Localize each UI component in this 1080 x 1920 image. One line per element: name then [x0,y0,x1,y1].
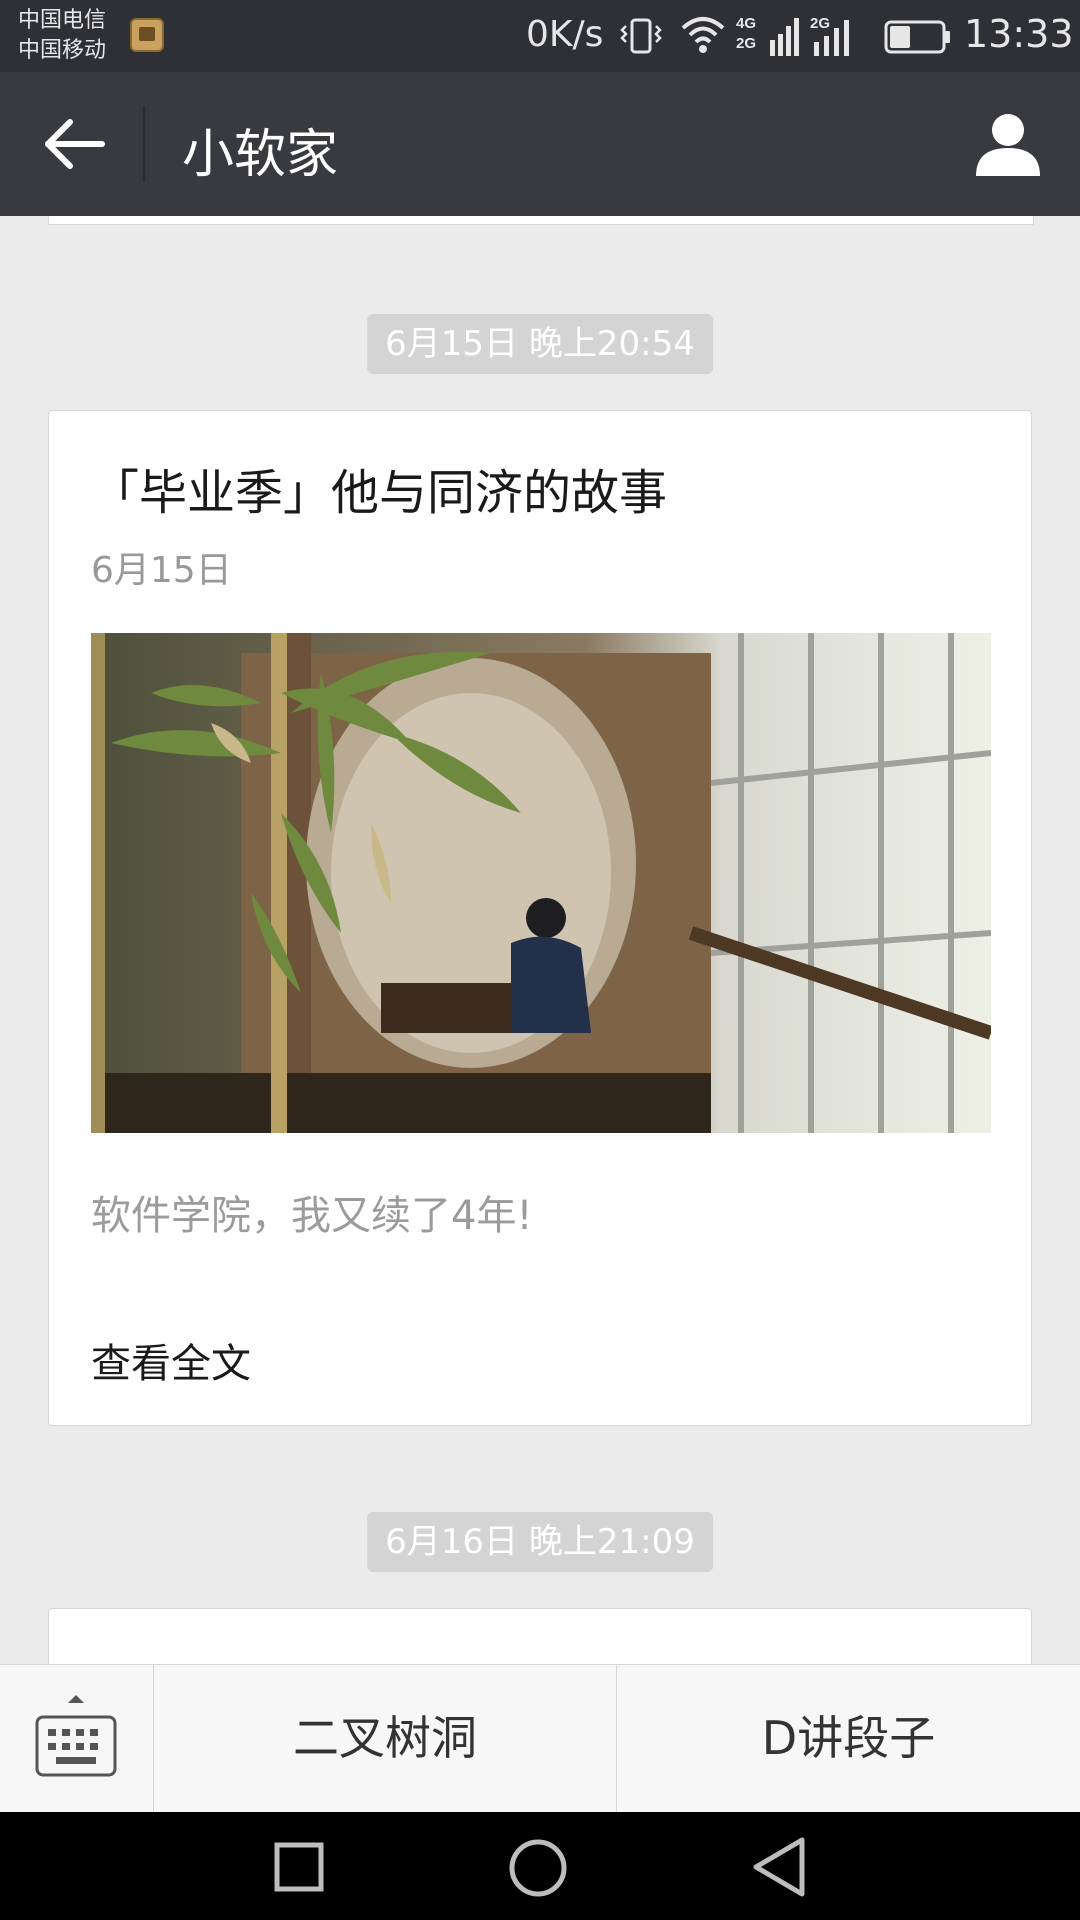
keyboard-icon [35,1695,117,1777]
wifi-icon [681,17,725,53]
home-button[interactable] [508,1838,568,1898]
switch-to-keyboard-button[interactable] [0,1665,154,1813]
article-card[interactable] [48,1608,1032,1664]
net-type-2: 2G [736,35,756,52]
carrier-info: 中国电信 中国移动 [18,6,106,66]
network-speed: 0K/s [526,14,604,55]
article-digest: 软件学院，我又续了4年! [91,1193,533,1239]
previous-article-card[interactable] [48,216,1034,225]
article-card[interactable]: 「毕业季」他与同济的故事 6月15日 软件学院，我又续了4年! 查看全文 [48,410,1032,1426]
menu-item-binary-tree-hole[interactable]: 二叉树洞 [154,1665,617,1813]
page-title: 小软家 [182,125,339,185]
status-bar: 中国电信 中国移动 0K/s 4G 2G 2G 13:33 [0,0,1080,72]
account-profile-button[interactable] [972,110,1044,178]
back-button[interactable] [40,112,110,176]
vibrate-icon [620,18,662,54]
article-date: 6月15日 [91,550,232,591]
message-timestamp: 6月15日 晚上20:54 [367,314,713,374]
article-cover-image[interactable] [91,633,991,1133]
bottom-menu-bar: 二叉树洞 D讲段子 [0,1664,1080,1813]
message-timestamp: 6月16日 晚上21:09 [367,1512,713,1572]
signal-4g-2g-icon: 4G 2G [736,15,799,56]
title-bar: 小软家 [0,72,1080,216]
signal-2g-icon: 2G [810,15,849,56]
battery-icon [884,20,950,54]
net-type-3: 2G [810,15,830,32]
read-full-article-link[interactable]: 查看全文 [91,1331,251,1389]
title-divider [143,106,145,182]
carrier-1: 中国电信 [18,8,107,33]
system-navigation-bar [0,1812,1080,1920]
article-title[interactable]: 「毕业季」他与同济的故事 [91,453,667,523]
system-back-button[interactable] [750,1836,808,1898]
menu-item-d-jokes[interactable]: D讲段子 [617,1665,1080,1813]
message-list[interactable]: 6月15日 晚上20:54 「毕业季」他与同济的故事 6月15日 软件学院，我又… [0,216,1080,1664]
net-type-1: 4G [736,15,756,32]
carrier-2: 中国移动 [18,38,107,63]
clock: 13:33 [964,12,1074,56]
recent-apps-button[interactable] [274,1842,324,1892]
gallery-notification-icon [130,18,164,52]
